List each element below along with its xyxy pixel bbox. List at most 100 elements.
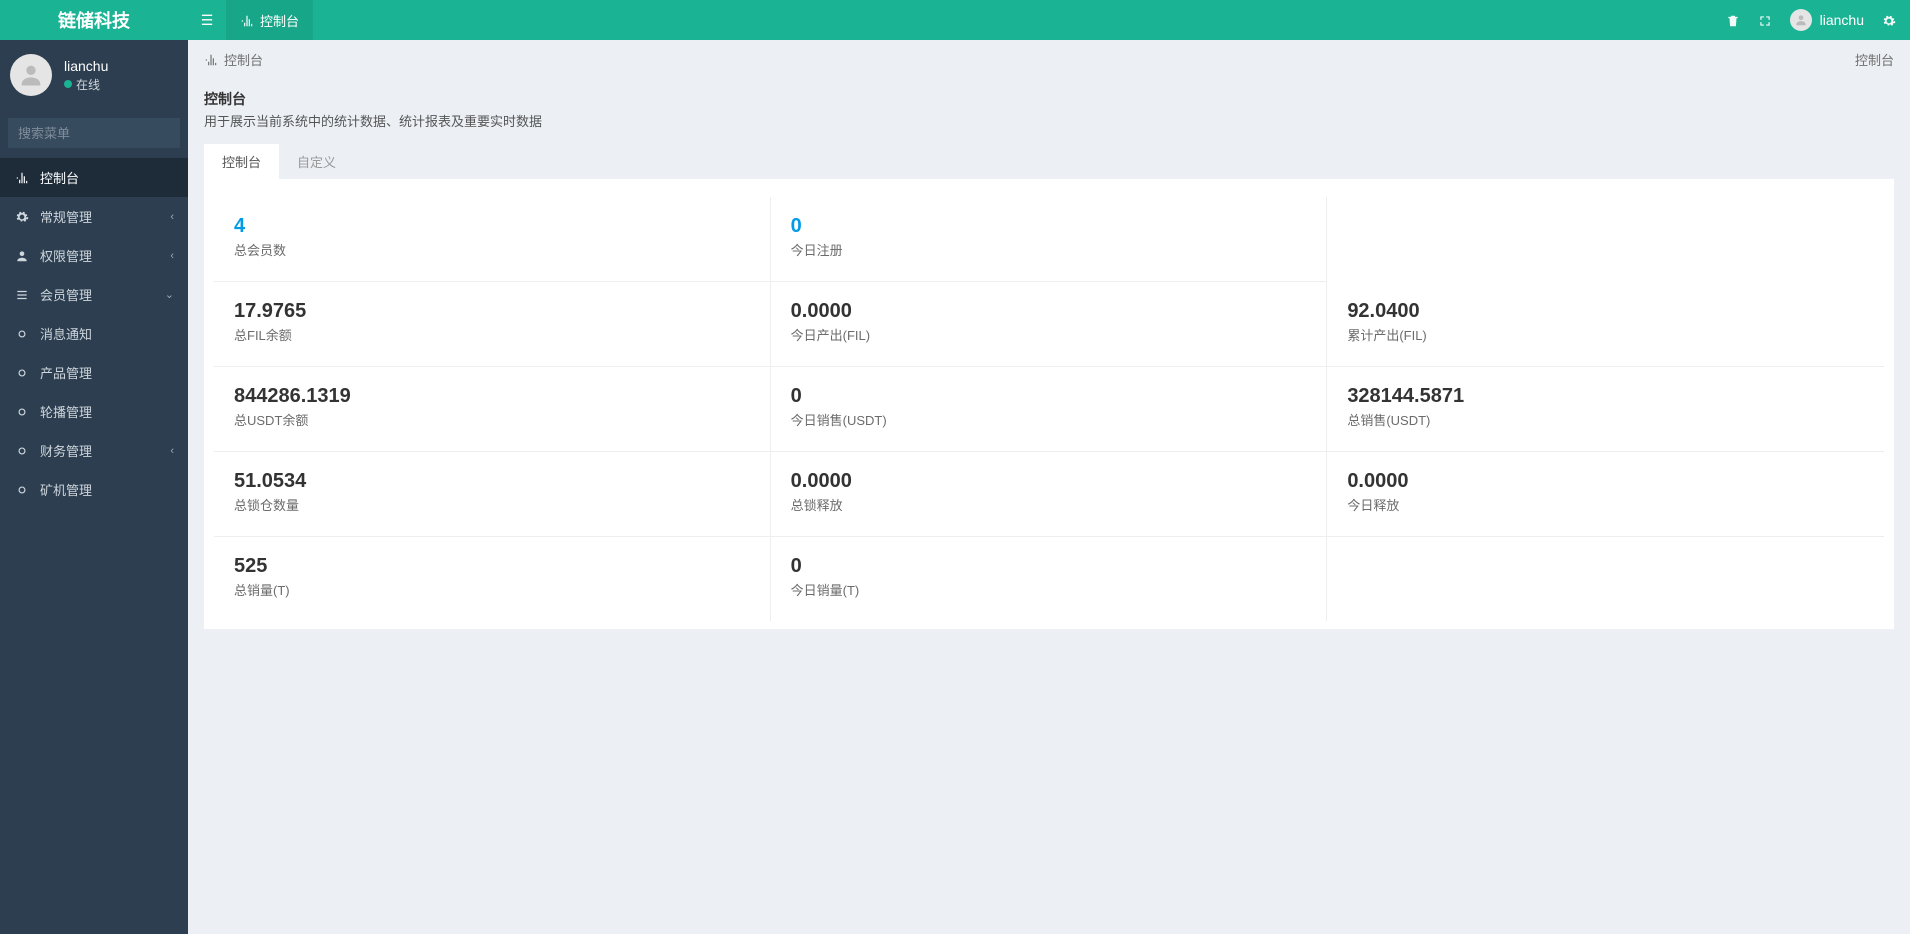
circle-icon <box>14 483 30 497</box>
stat-today-registered: 0 今日注册 <box>771 197 1328 282</box>
stat-total-lock-released: 0.0000 总锁释放 <box>771 452 1328 537</box>
logo: 链储科技 <box>0 0 188 40</box>
dashboard-icon <box>204 52 218 68</box>
users-icon <box>14 249 30 263</box>
stat-today-sales-volume: 0 今日销量(T) <box>771 537 1328 621</box>
stat-label: 累计产出(FIL) <box>1347 325 1864 344</box>
sidebar-item-carousel[interactable]: 轮播管理 <box>0 392 188 431</box>
sidebar-item-products[interactable]: 产品管理 <box>0 353 188 392</box>
dashboard-stats: 4 总会员数 0 今日注册 17.9765 总FIL余额 0.0000 今日产出… <box>204 179 1894 629</box>
stat-label: 总锁释放 <box>791 495 1307 514</box>
sidebar-item-general[interactable]: 常规管理 ‹ <box>0 197 188 236</box>
sidebar: lianchu 在线 控制台 常规管理 ‹ <box>0 40 188 934</box>
list-icon <box>14 288 30 302</box>
circle-icon <box>14 405 30 419</box>
panel-title: 控制台 <box>204 89 1894 109</box>
stat-label: 今日销售(USDT) <box>791 410 1307 429</box>
stat-value: 92.0400 <box>1347 300 1864 323</box>
stat-label: 今日销量(T) <box>791 580 1307 599</box>
gear-icon[interactable] <box>1882 12 1896 28</box>
stat-total-fil-balance: 17.9765 总FIL余额 <box>214 282 771 367</box>
sidebar-item-label: 财务管理 <box>40 441 92 460</box>
stat-total-usdt-balance: 844286.1319 总USDT余额 <box>214 367 771 452</box>
sidebar-item-messages[interactable]: 消息通知 <box>0 314 188 353</box>
stat-label: 总销售(USDT) <box>1347 410 1864 429</box>
stat-label: 总销量(T) <box>234 580 750 599</box>
sidebar-item-label: 会员管理 <box>40 285 92 304</box>
stat-row: 51.0534 总锁仓数量 0.0000 总锁释放 0.0000 今日释放 <box>214 452 1884 537</box>
sidebar-item-label: 控制台 <box>40 168 79 187</box>
stat-value: 0.0000 <box>791 300 1307 323</box>
breadcrumb: 控制台 控制台 <box>188 40 1910 79</box>
stat-today-output-fil: 0.0000 今日产出(FIL) <box>771 282 1328 367</box>
stat-cumulative-output-fil: 92.0400 累计产出(FIL) <box>1327 282 1884 367</box>
sidebar-status-text: 在线 <box>76 76 100 93</box>
panel-description: 用于展示当前系统中的统计数据、统计报表及重要实时数据 <box>204 111 1894 130</box>
stat-label: 总USDT余额 <box>234 410 750 429</box>
sidebar-item-label: 消息通知 <box>40 324 92 343</box>
content-tabs: 控制台 自定义 <box>188 144 1910 179</box>
circle-icon <box>14 327 30 341</box>
header-user-menu[interactable]: lianchu <box>1790 9 1864 31</box>
sidebar-item-miners[interactable]: 矿机管理 <box>0 470 188 509</box>
chevron-left-icon: ‹ <box>170 211 174 223</box>
stat-row: 525 总销量(T) 0 今日销量(T) <box>214 537 1884 621</box>
stat-value: 0.0000 <box>791 470 1307 493</box>
chevron-left-icon: ‹ <box>170 250 174 262</box>
stat-label: 今日释放 <box>1347 495 1864 514</box>
stat-row: 844286.1319 总USDT余额 0 今日销售(USDT) 328144.… <box>214 367 1884 452</box>
tab-dashboard[interactable]: 控制台 <box>204 144 279 179</box>
header-tab-label: 控制台 <box>260 11 299 30</box>
stat-label: 总会员数 <box>234 240 750 259</box>
sidebar-item-label: 矿机管理 <box>40 480 92 499</box>
header-username: lianchu <box>1820 12 1864 28</box>
sidebar-item-members[interactable]: 会员管理 ⌄ <box>0 275 188 314</box>
stat-value: 0 <box>791 555 1307 578</box>
stat-today-released: 0.0000 今日释放 <box>1327 452 1884 537</box>
stat-row: 4 总会员数 0 今日注册 <box>214 197 1884 282</box>
sidebar-username: lianchu <box>64 58 108 74</box>
sidebar-item-dashboard[interactable]: 控制台 <box>0 158 188 197</box>
dashboard-icon <box>240 12 254 28</box>
sidebar-nav: 控制台 常规管理 ‹ 权限管理 ‹ 会员管理 ⌄ 消息通知 <box>0 158 188 509</box>
stat-today-sales-usdt: 0 今日销售(USDT) <box>771 367 1328 452</box>
stat-label: 总FIL余额 <box>234 325 750 344</box>
sidebar-item-label: 权限管理 <box>40 246 92 265</box>
stat-label: 总锁仓数量 <box>234 495 750 514</box>
stat-value: 4 <box>234 215 750 238</box>
stat-value: 0 <box>791 385 1307 408</box>
stat-label: 今日注册 <box>791 240 1307 259</box>
tab-custom[interactable]: 自定义 <box>279 144 354 179</box>
sidebar-item-permissions[interactable]: 权限管理 ‹ <box>0 236 188 275</box>
main-content: 控制台 控制台 控制台 用于展示当前系统中的统计数据、统计报表及重要实时数据 控… <box>188 40 1910 934</box>
stat-value: 844286.1319 <box>234 385 750 408</box>
header-tab-dashboard[interactable]: 控制台 <box>226 0 313 40</box>
stat-value: 51.0534 <box>234 470 750 493</box>
breadcrumb-left-text: 控制台 <box>224 50 263 69</box>
circle-icon <box>14 444 30 458</box>
status-dot-icon <box>64 80 72 88</box>
top-header: 链储科技 ☰ 控制台 lianchu <box>0 0 1910 40</box>
sidebar-item-label: 轮播管理 <box>40 402 92 421</box>
search-input[interactable] <box>18 126 188 141</box>
header-right: lianchu <box>1726 0 1910 40</box>
stat-value: 0.0000 <box>1347 470 1864 493</box>
stat-row: 17.9765 总FIL余额 0.0000 今日产出(FIL) 92.0400 … <box>214 282 1884 367</box>
sidebar-toggle-button[interactable]: ☰ <box>188 0 226 40</box>
avatar-icon <box>1790 9 1812 31</box>
stat-value: 328144.5871 <box>1347 385 1864 408</box>
stat-value: 525 <box>234 555 750 578</box>
chevron-left-icon: ‹ <box>170 445 174 457</box>
stat-value: 0 <box>791 215 1307 238</box>
sidebar-search <box>8 118 180 148</box>
dashboard-icon <box>14 171 30 185</box>
trash-icon[interactable] <box>1726 12 1740 28</box>
sidebar-status: 在线 <box>64 76 108 93</box>
avatar-icon <box>10 54 52 96</box>
sidebar-item-label: 产品管理 <box>40 363 92 382</box>
circle-icon <box>14 366 30 380</box>
sidebar-item-finance[interactable]: 财务管理 ‹ <box>0 431 188 470</box>
settings-icon <box>14 210 30 224</box>
sidebar-item-label: 常规管理 <box>40 207 92 226</box>
fullscreen-icon[interactable] <box>1758 12 1772 28</box>
